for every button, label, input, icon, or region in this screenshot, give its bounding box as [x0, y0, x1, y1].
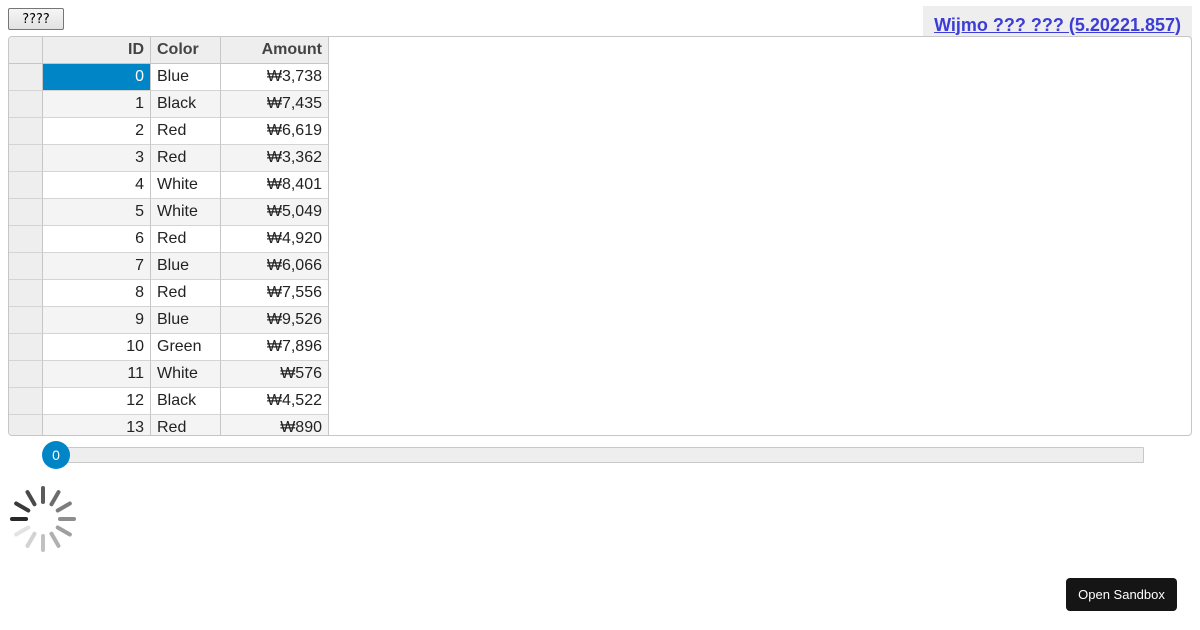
amount-cell[interactable]: ₩3,738: [221, 64, 329, 91]
row-header-cell[interactable]: [9, 91, 43, 118]
slider-thumb[interactable]: 0: [42, 441, 70, 469]
id-cell[interactable]: 13: [43, 415, 151, 435]
amount-cell[interactable]: ₩6,619: [221, 118, 329, 145]
table-row[interactable]: 3 Red ₩3,362: [9, 145, 329, 172]
grid-header-row: ID Color Amount: [9, 37, 329, 64]
spinner-spoke: [25, 531, 37, 548]
table-row[interactable]: 7 Blue ₩6,066: [9, 253, 329, 280]
row-header-cell[interactable]: [9, 361, 43, 388]
row-header-cell[interactable]: [9, 199, 43, 226]
open-sandbox-button[interactable]: Open Sandbox: [1066, 578, 1177, 611]
table-row[interactable]: 11 White ₩576: [9, 361, 329, 388]
row-header-cell[interactable]: [9, 145, 43, 172]
flex-grid[interactable]: ID Color Amount 0 Blue ₩3,738 1 Black ₩7,435 2…: [8, 36, 1192, 436]
table-row[interactable]: 9 Blue ₩9,526: [9, 307, 329, 334]
id-cell[interactable]: 3: [43, 145, 151, 172]
color-cell[interactable]: Blue: [151, 253, 221, 280]
amount-cell[interactable]: ₩576: [221, 361, 329, 388]
color-cell[interactable]: Blue: [151, 307, 221, 334]
row-header-cell[interactable]: [9, 280, 43, 307]
amount-cell[interactable]: ₩9,526: [221, 307, 329, 334]
table-row[interactable]: 6 Red ₩4,920: [9, 226, 329, 253]
amount-cell[interactable]: ₩7,896: [221, 334, 329, 361]
amount-cell[interactable]: ₩5,049: [221, 199, 329, 226]
amount-cell[interactable]: ₩3,362: [221, 145, 329, 172]
loading-spinner-icon: [10, 486, 76, 552]
column-header-amount[interactable]: Amount: [221, 37, 329, 64]
amount-cell[interactable]: ₩890: [221, 415, 329, 435]
top-action-button[interactable]: ????: [8, 8, 64, 30]
row-header-cell[interactable]: [9, 118, 43, 145]
table-row[interactable]: 2 Red ₩6,619: [9, 118, 329, 145]
id-cell[interactable]: 7: [43, 253, 151, 280]
id-cell[interactable]: 0: [43, 64, 151, 91]
color-cell[interactable]: Red: [151, 118, 221, 145]
id-cell[interactable]: 12: [43, 388, 151, 415]
table-row[interactable]: 1 Black ₩7,435: [9, 91, 329, 118]
color-cell[interactable]: Red: [151, 145, 221, 172]
table-row[interactable]: 8 Red ₩7,556: [9, 280, 329, 307]
id-cell[interactable]: 9: [43, 307, 151, 334]
id-cell[interactable]: 5: [43, 199, 151, 226]
color-cell[interactable]: Red: [151, 415, 221, 435]
id-cell[interactable]: 2: [43, 118, 151, 145]
id-cell[interactable]: 4: [43, 172, 151, 199]
color-cell[interactable]: Red: [151, 280, 221, 307]
color-cell[interactable]: Red: [151, 226, 221, 253]
id-cell[interactable]: 10: [43, 334, 151, 361]
color-cell[interactable]: Black: [151, 91, 221, 118]
column-header-id[interactable]: ID: [43, 37, 151, 64]
spinner-spoke: [14, 525, 31, 537]
color-cell[interactable]: Green: [151, 334, 221, 361]
table-row[interactable]: 5 White ₩5,049: [9, 199, 329, 226]
color-cell[interactable]: White: [151, 361, 221, 388]
top-left-header-cell[interactable]: [9, 37, 43, 64]
table-row[interactable]: 0 Blue ₩3,738: [9, 64, 329, 91]
row-header-cell[interactable]: [9, 388, 43, 415]
row-header-cell[interactable]: [9, 415, 43, 435]
row-header-cell[interactable]: [9, 307, 43, 334]
row-header-cell[interactable]: [9, 334, 43, 361]
amount-cell[interactable]: ₩4,920: [221, 226, 329, 253]
spinner-spoke: [49, 490, 61, 507]
column-header-color[interactable]: Color: [151, 37, 221, 64]
row-header-cell[interactable]: [9, 172, 43, 199]
spinner-spoke: [55, 525, 72, 537]
spinner-spoke: [49, 531, 61, 548]
row-header-cell[interactable]: [9, 64, 43, 91]
color-cell[interactable]: White: [151, 172, 221, 199]
evaluation-version-link[interactable]: Wijmo ??? ??? (5.20221.857): [934, 15, 1181, 36]
row-header-cell[interactable]: [9, 253, 43, 280]
amount-cell[interactable]: ₩4,522: [221, 388, 329, 415]
spinner-spoke: [25, 490, 37, 507]
id-cell[interactable]: 8: [43, 280, 151, 307]
slider-track[interactable]: [44, 447, 1144, 463]
table-row[interactable]: 10 Green ₩7,896: [9, 334, 329, 361]
row-header-cell[interactable]: [9, 226, 43, 253]
table-row[interactable]: 13 Red ₩890: [9, 415, 329, 435]
color-cell[interactable]: Black: [151, 388, 221, 415]
table-row[interactable]: 4 White ₩8,401: [9, 172, 329, 199]
amount-cell[interactable]: ₩7,435: [221, 91, 329, 118]
id-cell[interactable]: 11: [43, 361, 151, 388]
spinner-spoke: [14, 501, 31, 513]
id-cell[interactable]: 6: [43, 226, 151, 253]
amount-cell[interactable]: ₩6,066: [221, 253, 329, 280]
id-cell[interactable]: 1: [43, 91, 151, 118]
color-cell[interactable]: White: [151, 199, 221, 226]
table-row[interactable]: 12 Black ₩4,522: [9, 388, 329, 415]
amount-cell[interactable]: ₩8,401: [221, 172, 329, 199]
color-cell[interactable]: Blue: [151, 64, 221, 91]
spinner-spoke: [55, 501, 72, 513]
amount-cell[interactable]: ₩7,556: [221, 280, 329, 307]
